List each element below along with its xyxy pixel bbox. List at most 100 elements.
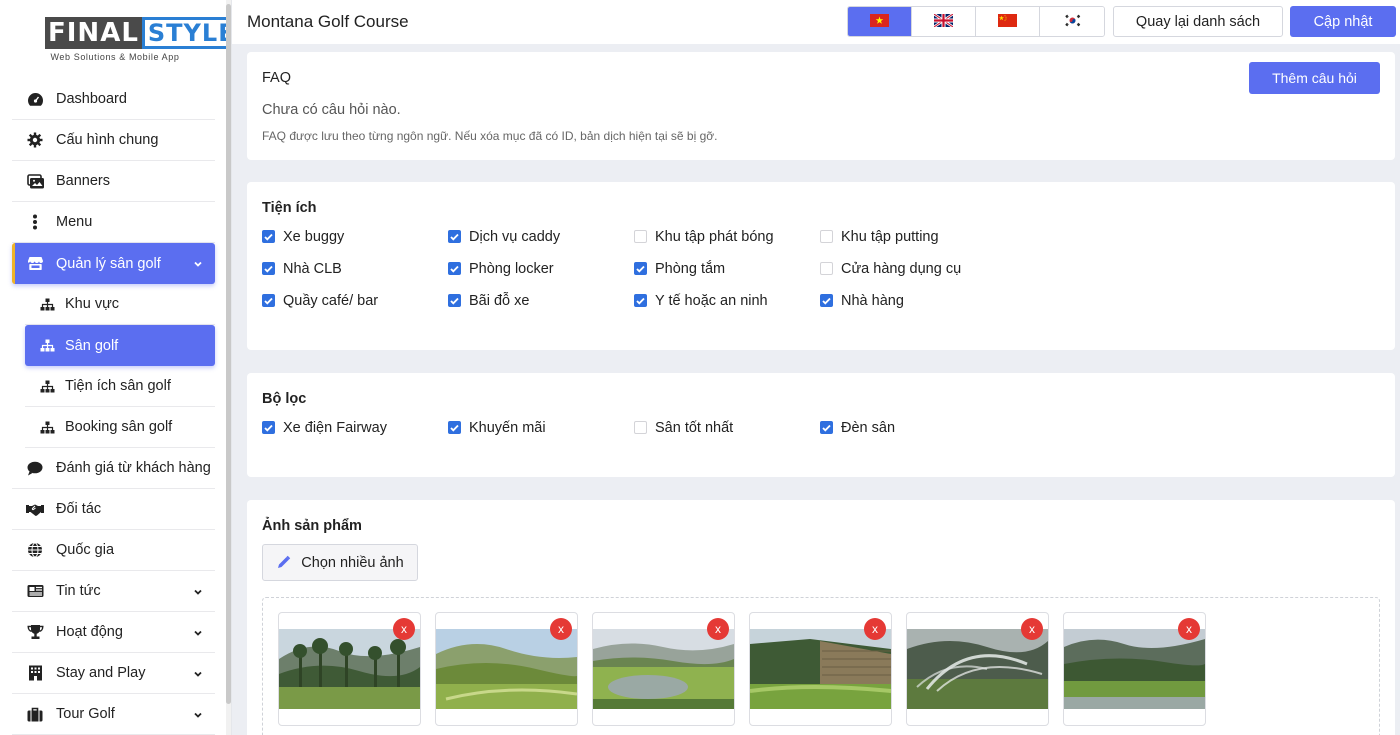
filter-checkbox[interactable]: Xe điện Fairway [262,418,448,437]
sidebar-item-general-config[interactable]: Cấu hình chung [12,120,215,161]
sidebar-item-reviews[interactable]: Đánh giá từ khách hàng [12,448,215,489]
amenity-checkbox[interactable]: Nhà hàng [820,291,1006,310]
image-thumbnail[interactable]: x [435,612,578,726]
sidebar-scrollbar[interactable] [226,0,231,735]
checkbox-checked-icon[interactable] [634,262,647,275]
back-to-list-button[interactable]: Quay lại danh sách [1113,6,1283,37]
amenity-checkbox[interactable]: Nhà CLB [262,259,448,278]
remove-image-button[interactable]: x [1178,618,1200,640]
sidebar-item-label: Tin tức [56,583,101,599]
amenity-checkbox[interactable]: Phòng tắm [634,259,820,278]
checkbox-checked-icon[interactable] [262,262,275,275]
sidebar-item-news[interactable]: Tin tức [12,571,215,612]
checkbox-unchecked-icon[interactable] [820,230,833,243]
sidebar-item-dashboard[interactable]: Dashboard [12,79,215,120]
checkbox-label: Y tế hoặc an ninh [655,292,768,309]
misty-valley-photo [1064,629,1205,709]
amenity-checkbox[interactable]: Quầy café/ bar [262,291,448,310]
image-thumbnail[interactable]: x [1063,612,1206,726]
checkbox-checked-icon[interactable] [262,294,275,307]
sunny-fairway-photo [436,629,577,709]
choose-images-label: Chọn nhiều ảnh [301,554,404,571]
sidebar-item-menu[interactable]: Menu [12,202,215,243]
checkbox-label: Khu tập phát bóng [655,228,774,245]
filters-title: Bộ lọc [262,391,307,407]
amenity-checkbox[interactable]: Dịch vụ caddy [448,227,634,246]
checkbox-checked-icon[interactable] [820,421,833,434]
remove-image-button[interactable]: x [707,618,729,640]
amenity-checkbox[interactable]: Bãi đỗ xe [448,291,634,310]
sitemap-icon [39,338,55,354]
checkbox-unchecked-icon[interactable] [634,230,647,243]
remove-image-button[interactable]: x [393,618,415,640]
chevron-down-icon [193,257,203,267]
lang-button-zh[interactable] [976,7,1040,36]
lang-button-en[interactable] [912,7,976,36]
sidebar-item-tour-golf[interactable]: Tour Golf [12,694,215,735]
sidebar-subitem-label: Khu vực [65,296,120,312]
globe-icon [26,541,44,559]
top-header: Montana Golf Course Quay lại danh sách C… [232,0,1400,44]
pencil-icon [276,555,291,570]
checkbox-label: Nhà CLB [283,260,342,277]
checkbox-label: Phòng locker [469,260,554,277]
sidebar-item-stay-and-play[interactable]: Stay and Play [12,653,215,694]
amenity-checkbox[interactable]: Khu tập putting [820,227,1006,246]
amenities-title: Tiện ích [262,200,317,216]
image-thumbnail[interactable]: x [278,612,421,726]
sidebar: FINAL STYLE Web Solutions & Mobile App D… [0,0,232,735]
filter-checkbox[interactable]: Khuyến mãi [448,418,634,437]
pond-fairway-photo [593,629,734,709]
filter-checkbox[interactable]: Sân tốt nhất [634,418,820,437]
newspaper-icon [26,582,44,600]
chevron-down-icon [193,708,203,718]
filter-checkbox[interactable]: Đèn sân [820,418,1006,437]
checkbox-unchecked-icon[interactable] [820,262,833,275]
sitemap-icon [39,419,55,435]
remove-image-button[interactable]: x [864,618,886,640]
amenity-checkbox[interactable]: Y tế hoặc an ninh [634,291,820,310]
amenity-checkbox[interactable]: Xe buggy [262,227,448,246]
sidebar-item-label: Đánh giá từ khách hàng [56,460,211,476]
add-question-button[interactable]: Thêm câu hỏi [1249,62,1380,94]
checkbox-checked-icon[interactable] [634,294,647,307]
sidebar-item-activities[interactable]: Hoạt động [12,612,215,653]
dashboard-icon [26,90,44,108]
brand-logo[interactable]: FINAL STYLE Web Solutions & Mobile App [45,17,231,65]
image-thumbnail[interactable]: x [906,612,1049,726]
sidebar-subitem-regions[interactable]: Khu vực [25,284,215,325]
checkbox-checked-icon[interactable] [262,421,275,434]
checkbox-checked-icon[interactable] [448,230,461,243]
checkbox-label: Phòng tắm [655,260,726,277]
sidebar-item-golf-management[interactable]: Quản lý sân golf [12,243,215,284]
checkbox-checked-icon[interactable] [448,262,461,275]
checkbox-checked-icon[interactable] [448,421,461,434]
checkbox-checked-icon[interactable] [820,294,833,307]
remove-image-button[interactable]: x [550,618,572,640]
sidebar-item-banners[interactable]: Banners [12,161,215,202]
image-thumbnail[interactable]: x [749,612,892,726]
choose-images-button[interactable]: Chọn nhiều ảnh [262,544,418,581]
image-dropzone[interactable]: x x x x x x [262,597,1380,735]
sidebar-item-countries[interactable]: Quốc gia [12,530,215,571]
remove-image-button[interactable]: x [1021,618,1043,640]
sprinkler-mist-photo [907,629,1048,709]
scrollbar-thumb[interactable] [226,4,231,704]
checkbox-checked-icon[interactable] [448,294,461,307]
sidebar-nav: Dashboard Cấu hình chung Banners Menu Qu… [12,79,215,735]
sidebar-subitem-golf-amenities[interactable]: Tiện ích sân golf [25,366,215,407]
checkbox-checked-icon[interactable] [262,230,275,243]
amenity-checkbox[interactable]: Phòng locker [448,259,634,278]
update-button[interactable]: Cập nhật [1290,6,1396,37]
amenity-checkbox[interactable]: Cửa hàng dụng cụ [820,259,1006,278]
sidebar-subitem-golf-booking[interactable]: Booking sân golf [25,407,215,448]
sidebar-subitem-label: Sân golf [65,337,119,354]
lang-button-ko[interactable] [1040,7,1104,36]
checkbox-unchecked-icon[interactable] [634,421,647,434]
image-thumbnail[interactable]: x [592,612,735,726]
sidebar-subitem-golf-courses[interactable]: Sân golf [25,325,215,366]
amenity-checkbox[interactable]: Khu tập phát bóng [634,227,820,246]
sidebar-item-partners[interactable]: Đối tác [12,489,215,530]
lang-button-vi[interactable] [848,7,912,36]
faq-title: FAQ [262,70,292,86]
